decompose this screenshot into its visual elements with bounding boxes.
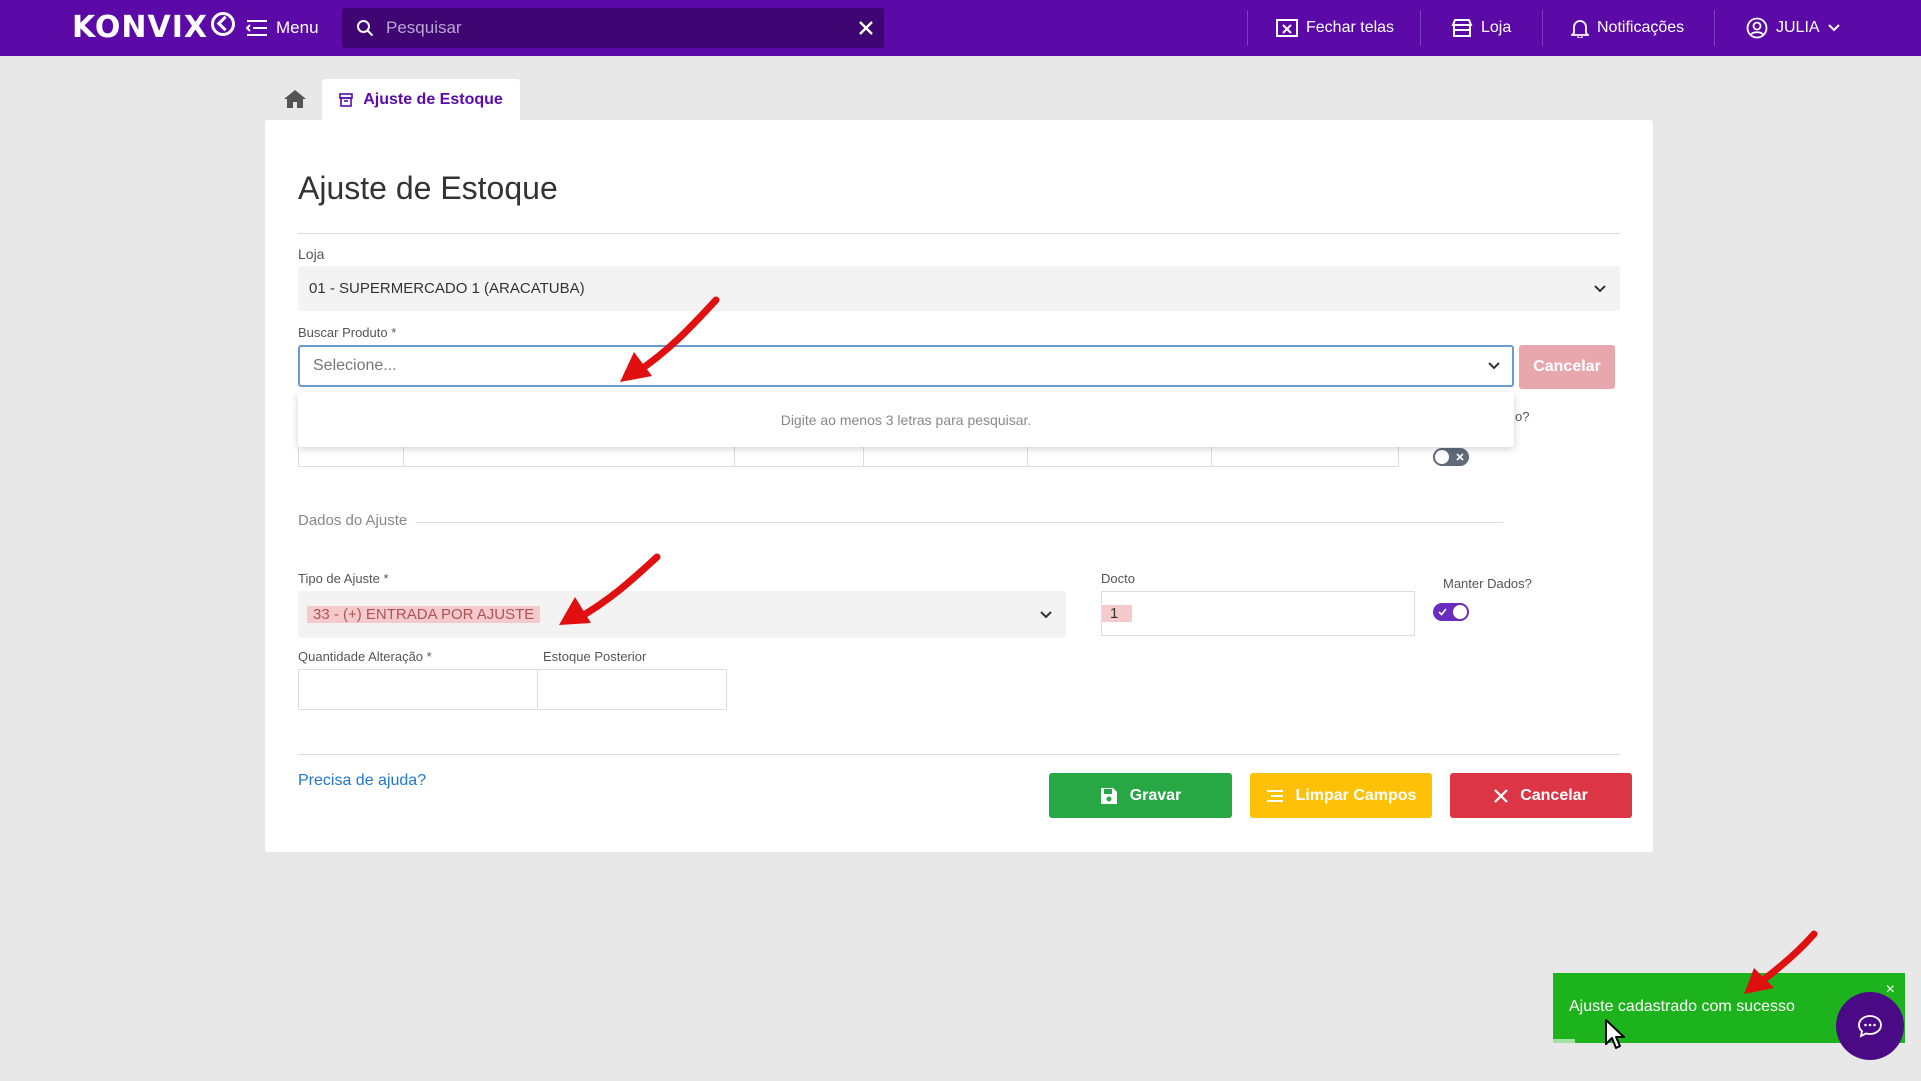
page-title: Ajuste de Estoque xyxy=(298,170,558,206)
user-menu-button[interactable]: JULIA xyxy=(1746,0,1848,56)
notifications-label: Notificações xyxy=(1597,19,1685,36)
grid-cell xyxy=(403,447,735,467)
grid-cell xyxy=(1211,447,1399,467)
adjust-type-value: 33 - (+) ENTRADA POR AJUSTE xyxy=(307,606,541,623)
store-icon xyxy=(1451,19,1473,37)
product-field-label: Buscar Produto * xyxy=(298,325,397,340)
product-dropdown: Digite ao menos 3 letras para pesquisar. xyxy=(298,392,1514,447)
qty-label: Quantidade Alteração * xyxy=(298,649,432,664)
check-icon xyxy=(1438,608,1447,616)
clear-label: Limpar Campos xyxy=(1295,786,1417,804)
product-placeholder: Selecione... xyxy=(313,357,397,374)
clear-search-icon[interactable] xyxy=(858,20,874,36)
close-screens-label: Fechar telas xyxy=(1306,19,1395,36)
divider xyxy=(1247,10,1248,46)
docto-label: Docto xyxy=(1101,571,1135,586)
menu-button[interactable]: Menu xyxy=(246,14,319,42)
archive-icon xyxy=(339,92,354,107)
section-label: Dados do Ajuste xyxy=(298,512,408,529)
divider xyxy=(1420,10,1421,46)
cancel-button[interactable]: Cancelar xyxy=(1450,773,1632,818)
qty-input[interactable] xyxy=(298,669,538,710)
chat-button[interactable] xyxy=(1836,992,1904,1060)
logo-text: KONVIX xyxy=(72,10,209,45)
tab-ajuste-estoque[interactable]: Ajuste de Estoque xyxy=(322,79,520,120)
toast-progress xyxy=(1553,1039,1575,1043)
close-screens-button[interactable]: Fechar telas xyxy=(1276,0,1394,56)
search-input[interactable] xyxy=(384,17,858,39)
store-button[interactable]: Loja xyxy=(1451,0,1511,56)
keep-data-label: Manter Dados? xyxy=(1443,576,1532,591)
home-tab[interactable] xyxy=(280,84,310,114)
search-icon xyxy=(357,20,374,37)
save-icon xyxy=(1100,787,1117,804)
clear-fields-button[interactable]: Limpar Campos xyxy=(1250,773,1432,818)
adjust-type-select[interactable]: 33 - (+) ENTRADA POR AJUSTE xyxy=(298,591,1066,638)
chevron-down-icon xyxy=(1827,24,1840,32)
menu-label: Menu xyxy=(276,18,319,37)
store-select-value: 01 - SUPERMERCADO 1 (ARACATUBA) xyxy=(309,280,585,297)
stock-after-label: Estoque Posterior xyxy=(543,649,647,664)
menu-icon xyxy=(246,20,267,36)
adjust-type-label: Tipo de Ajuste * xyxy=(298,571,389,586)
user-avatar-icon xyxy=(1746,17,1768,39)
toast-message: Ajuste cadastrado com sucesso xyxy=(1569,998,1795,1015)
divider xyxy=(1714,10,1715,46)
save-label: Gravar xyxy=(1129,786,1182,804)
hidden-field-label: o? xyxy=(1515,409,1530,424)
keep-data-toggle[interactable] xyxy=(1433,603,1469,621)
divider xyxy=(298,233,1620,234)
grid-cell xyxy=(734,447,864,467)
top-bar: KONVIX Menu Fechar telas Loja xyxy=(0,0,1921,56)
store-field-label: Loja xyxy=(298,246,325,262)
logo[interactable]: KONVIX xyxy=(72,10,236,46)
divider xyxy=(1542,10,1543,46)
search-bar xyxy=(342,8,884,48)
divider xyxy=(298,754,1620,755)
chevron-down-icon xyxy=(1594,284,1606,292)
toggle-knob xyxy=(1435,450,1449,464)
logo-mark-icon xyxy=(211,12,236,36)
user-label: JULIA xyxy=(1776,19,1820,36)
store-select[interactable]: 01 - SUPERMERCADO 1 (ARACATUBA) xyxy=(298,266,1620,311)
save-button[interactable]: Gravar xyxy=(1049,773,1232,818)
docto-input[interactable]: 1 xyxy=(1101,591,1415,636)
toggle-knob xyxy=(1453,605,1467,619)
help-link[interactable]: Precisa de ajuda? xyxy=(298,772,426,790)
cancel-label: Cancelar xyxy=(1520,786,1588,804)
close-window-icon xyxy=(1276,19,1298,37)
divider xyxy=(415,522,1503,523)
grid-cell xyxy=(1027,447,1212,467)
tab-label: Ajuste de Estoque xyxy=(363,90,503,108)
stock-after-input[interactable] xyxy=(537,669,727,710)
product-search-select[interactable]: Selecione... xyxy=(298,345,1514,387)
bell-icon xyxy=(1571,20,1589,38)
home-icon xyxy=(284,90,306,108)
docto-value: 1 xyxy=(1102,605,1133,622)
chat-icon xyxy=(1858,1015,1882,1038)
close-icon xyxy=(1494,788,1508,803)
store-label: Loja xyxy=(1481,19,1512,36)
lines-icon xyxy=(1266,789,1283,802)
chevron-down-icon xyxy=(1040,610,1052,618)
product-cancel-button[interactable]: Cancelar xyxy=(1519,345,1615,389)
toggle-off[interactable] xyxy=(1433,448,1469,466)
grid-cell xyxy=(863,447,1028,467)
main-panel: Ajuste de Estoque Loja 01 - SUPERMERCADO… xyxy=(265,120,1653,852)
notifications-button[interactable]: Notificações xyxy=(1571,0,1684,56)
dropdown-hint: Digite ao menos 3 letras para pesquisar. xyxy=(780,411,1032,428)
grid-cell xyxy=(298,447,404,467)
close-icon xyxy=(1456,453,1464,461)
chevron-down-icon xyxy=(1488,362,1500,370)
